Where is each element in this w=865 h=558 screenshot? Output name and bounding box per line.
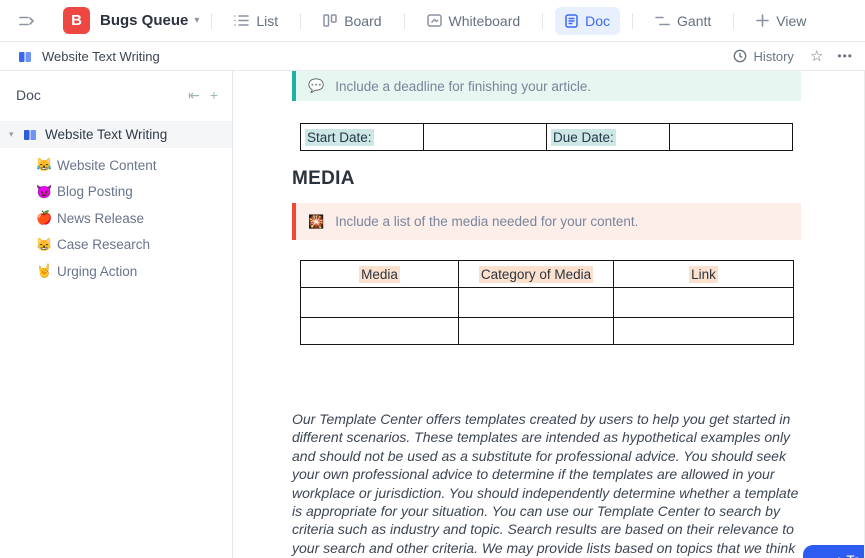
table-header-cell[interactable]: Media	[301, 261, 459, 288]
page-emoji-icon: 🤘	[36, 263, 57, 279]
sidebar-header: Doc ⇤ +	[0, 77, 232, 113]
whiteboard-icon	[427, 14, 442, 27]
plus-icon	[756, 14, 769, 27]
board-icon	[323, 14, 337, 27]
sidebar-item-case-research[interactable]: 😸 Case Research	[0, 232, 232, 259]
tab-board[interactable]: Board	[313, 7, 391, 35]
tab-view[interactable]: View	[746, 7, 816, 35]
divider	[733, 13, 734, 29]
divider	[404, 13, 405, 29]
dates-table: Start Date: Due Date:	[300, 123, 793, 151]
table-cell[interactable]	[614, 288, 794, 318]
table-row: Start Date: Due Date:	[301, 124, 793, 151]
media-heading: MEDIA	[292, 168, 355, 190]
tab-gantt[interactable]: Gantt	[645, 7, 721, 35]
app-window: B Bugs Queue ▾ List Board Whiteboard	[0, 0, 865, 558]
table-cell[interactable]: Start Date:	[301, 124, 424, 151]
table-cell[interactable]	[459, 318, 614, 345]
callout-accent-bar	[292, 203, 296, 240]
table-header-row: Media Category of Media Link	[301, 261, 794, 288]
table-header-cell[interactable]: Link	[614, 261, 794, 288]
template-disclaimer-text: Our Template Center offers templates cre…	[292, 410, 806, 558]
floating-action-button[interactable]: + Ta	[803, 545, 865, 558]
sidebar-item-label: Website Text Writing	[45, 127, 167, 142]
history-button[interactable]: History	[733, 49, 793, 64]
table-cell[interactable]	[424, 124, 547, 151]
page-emoji-icon: 🍎	[36, 210, 57, 226]
sparkler-icon: 🎇	[308, 214, 324, 230]
table-cell[interactable]: Due Date:	[547, 124, 670, 151]
more-options-icon[interactable]: •••	[837, 49, 853, 63]
table-cell[interactable]	[301, 288, 459, 318]
breadcrumb[interactable]: Website Text Writing	[42, 49, 160, 64]
tab-whiteboard[interactable]: Whiteboard	[417, 7, 531, 35]
divider	[542, 13, 543, 29]
tab-doc[interactable]: Doc	[555, 7, 620, 35]
collapse-sidebar-icon[interactable]	[17, 11, 37, 31]
table-row	[301, 288, 794, 318]
collapse-pages-icon[interactable]: ⇤	[188, 87, 200, 104]
table-cell[interactable]	[670, 124, 793, 151]
divider	[300, 13, 301, 29]
page-emoji-icon: 😹	[36, 157, 57, 173]
sidebar-item-urging-action[interactable]: 🤘 Urging Action	[0, 258, 232, 285]
callout-accent-bar	[292, 71, 296, 101]
media-callout[interactable]: 🎇 Include a list of the media needed for…	[292, 203, 801, 240]
sidebar-item-website-content[interactable]: 😹 Website Content	[0, 152, 232, 179]
tab-list[interactable]: List	[224, 7, 288, 35]
table-cell[interactable]	[459, 288, 614, 318]
list-icon	[234, 14, 249, 27]
doc-icon	[565, 14, 578, 28]
page-emoji-icon: 😸	[36, 237, 57, 253]
page-doc-icon	[18, 50, 32, 63]
sidebar-item-news-release[interactable]: 🍎 News Release	[0, 205, 232, 232]
divider	[632, 13, 633, 29]
sidebar-title: Doc	[16, 87, 188, 103]
breadcrumb-bar: Website Text Writing History ☆ •••	[0, 42, 865, 71]
speech-bubble-icon: 💬	[308, 78, 324, 94]
expand-caret-icon[interactable]: ▾	[9, 129, 23, 140]
favorite-star-icon[interactable]: ☆	[810, 47, 823, 65]
table-header-cell[interactable]: Category of Media	[459, 261, 614, 288]
sidebar-item-blog-posting[interactable]: 😈 Blog Posting	[0, 179, 232, 206]
doc-pages-icon	[23, 128, 37, 141]
table-cell[interactable]	[614, 318, 794, 345]
workspace-avatar[interactable]: B	[63, 7, 90, 34]
workspace-name[interactable]: Bugs Queue	[100, 12, 188, 29]
table-cell[interactable]	[301, 318, 459, 345]
gantt-icon	[655, 15, 670, 27]
doc-content: 💬 Include a deadline for finishing your …	[234, 71, 865, 558]
history-clock-icon	[733, 49, 747, 63]
page-emoji-icon: 😈	[36, 184, 57, 200]
divider	[211, 13, 212, 29]
top-bar: B Bugs Queue ▾ List Board Whiteboard	[0, 0, 865, 42]
sidebar-item-website-text-writing[interactable]: ▾ Website Text Writing	[0, 121, 232, 148]
media-table: Media Category of Media Link	[300, 260, 794, 345]
add-page-icon[interactable]: +	[210, 87, 218, 104]
workspace-caret-icon[interactable]: ▾	[194, 15, 199, 26]
deadline-callout[interactable]: 💬 Include a deadline for finishing your …	[292, 71, 801, 101]
table-row	[301, 318, 794, 345]
doc-sidebar: Doc ⇤ + ▾ Website Text Writing 😹 Website…	[0, 71, 233, 558]
